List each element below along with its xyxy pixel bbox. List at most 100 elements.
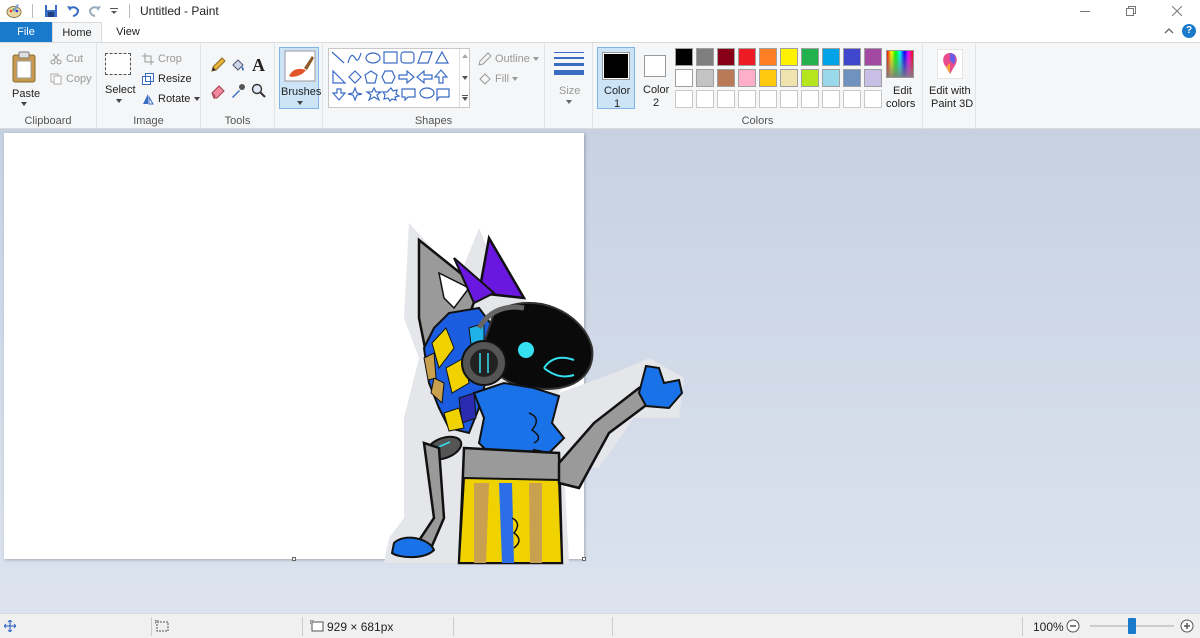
image-group-label: Image	[133, 115, 164, 127]
color2-number: 2	[653, 97, 660, 109]
drawing-canvas[interactable]	[4, 133, 684, 565]
tab-file[interactable]: File	[0, 22, 52, 42]
palette-swatch[interactable]	[738, 48, 756, 66]
fill-button[interactable]: Fill	[478, 71, 519, 87]
palette-swatch[interactable]	[801, 69, 819, 87]
crop-button[interactable]: Crop	[142, 51, 182, 67]
line-size-icon	[554, 52, 584, 75]
svg-text:A: A	[252, 56, 265, 74]
color1-button[interactable]: Color 1	[597, 47, 635, 110]
shapes-scroll[interactable]	[459, 49, 469, 107]
tools-group: A Tools	[201, 43, 275, 129]
canvas-resize-handle-corner[interactable]	[582, 557, 586, 561]
brushes-dropdown-icon	[297, 101, 303, 105]
palette-swatch-custom[interactable]	[717, 90, 735, 108]
zoom-slider-thumb[interactable]	[1128, 618, 1136, 634]
eraser-icon[interactable]	[210, 83, 226, 99]
close-button[interactable]	[1154, 0, 1200, 22]
palette-swatch[interactable]	[780, 69, 798, 87]
color2-label: Color	[643, 84, 670, 96]
paste-button[interactable]: Paste	[4, 47, 44, 107]
outline-button[interactable]: Outline	[478, 51, 539, 67]
copy-button[interactable]: Copy	[50, 71, 92, 87]
rainbow-palette-icon	[886, 50, 914, 78]
canvas-workspace[interactable]	[0, 129, 1200, 613]
colors-group-label: Colors	[741, 115, 774, 127]
palette-swatch[interactable]	[822, 69, 840, 87]
outline-dropdown-icon	[532, 57, 539, 61]
palette-swatch[interactable]	[759, 69, 777, 87]
protogen-drawing	[384, 223, 684, 565]
paint3d-label-line1: Edit with	[929, 85, 971, 97]
customize-qat-dropdown-icon[interactable]	[109, 3, 119, 19]
collapse-ribbon-icon[interactable]	[1164, 27, 1174, 35]
edit-with-paint3d-button[interactable]: Edit with Paint 3D	[925, 47, 975, 110]
palette-swatch[interactable]	[759, 48, 777, 66]
palette-swatch-custom[interactable]	[843, 90, 861, 108]
palette-swatch[interactable]	[696, 48, 714, 66]
status-divider	[453, 617, 454, 636]
help-icon[interactable]: ?	[1182, 24, 1196, 38]
palette-swatch-custom[interactable]	[675, 90, 693, 108]
resize-button[interactable]: Resize	[142, 71, 192, 87]
status-divider	[612, 617, 613, 636]
edit-colors-button[interactable]: Edit colors	[881, 47, 919, 110]
palette-swatch-custom[interactable]	[696, 90, 714, 108]
edit-colors-label-line2: colors	[886, 98, 916, 110]
brushes-button[interactable]: Brushes	[279, 47, 321, 109]
zoom-in-icon[interactable]	[1180, 619, 1194, 633]
zoom-out-icon[interactable]	[1066, 619, 1080, 633]
palette-swatch[interactable]	[801, 48, 819, 66]
color-picker-icon[interactable]	[230, 83, 246, 99]
palette-swatch[interactable]	[717, 48, 735, 66]
pencil-icon[interactable]	[210, 57, 226, 73]
color2-button[interactable]: Color 2	[637, 47, 675, 109]
palette-swatch[interactable]	[780, 48, 798, 66]
tab-home[interactable]: Home	[52, 22, 102, 42]
color-palette	[675, 43, 885, 113]
shapes-gallery[interactable]	[328, 48, 470, 108]
undo-icon[interactable]	[65, 3, 81, 19]
save-icon[interactable]	[43, 3, 59, 19]
select-button[interactable]: Select	[103, 49, 136, 109]
quick-access-toolbar: Untitled - Paint	[0, 3, 219, 19]
size-button[interactable]: Size	[549, 47, 589, 109]
palette-swatch[interactable]	[717, 69, 735, 87]
ribbon: Paste Cut Copy Clipboard Select Crop Res…	[0, 42, 1200, 129]
palette-swatch-custom[interactable]	[864, 90, 882, 108]
palette-swatch[interactable]	[864, 69, 882, 87]
cut-button[interactable]: Cut	[50, 51, 83, 67]
palette-swatch[interactable]	[675, 69, 693, 87]
minimize-button[interactable]	[1062, 0, 1108, 22]
restore-button[interactable]	[1108, 0, 1154, 22]
rotate-button[interactable]: Rotate	[142, 91, 201, 107]
palette-swatch-custom[interactable]	[738, 90, 756, 108]
cut-label: Cut	[66, 53, 84, 65]
palette-swatch-custom[interactable]	[780, 90, 798, 108]
palette-swatch[interactable]	[843, 48, 861, 66]
palette-swatch[interactable]	[822, 48, 840, 66]
paint-app-icon[interactable]	[6, 3, 22, 19]
palette-swatch[interactable]	[696, 69, 714, 87]
clipboard-group: Paste Cut Copy Clipboard	[0, 43, 97, 129]
outline-pen-icon	[478, 52, 492, 66]
palette-swatch[interactable]	[864, 48, 882, 66]
palette-swatch[interactable]	[843, 69, 861, 87]
text-tool-icon[interactable]: A	[251, 56, 267, 74]
palette-swatch-custom[interactable]	[822, 90, 840, 108]
restore-icon	[1126, 6, 1136, 16]
palette-swatch[interactable]	[675, 48, 693, 66]
paint3d-group: Edit with Paint 3D	[923, 43, 976, 129]
palette-swatch-custom[interactable]	[759, 90, 777, 108]
magnifier-icon[interactable]	[251, 83, 267, 99]
redo-icon[interactable]	[87, 3, 103, 19]
fill-bucket-icon[interactable]	[230, 57, 246, 73]
edit-colors-label-line1: Edit	[893, 85, 912, 97]
palette-swatch-custom[interactable]	[801, 90, 819, 108]
color2-swatch	[644, 55, 666, 77]
window-controls	[1062, 0, 1200, 22]
palette-swatch[interactable]	[738, 69, 756, 87]
canvas-resize-handle-bottom[interactable]	[292, 557, 296, 561]
fill-label: Fill	[495, 73, 510, 85]
tab-view[interactable]: View	[102, 22, 154, 42]
